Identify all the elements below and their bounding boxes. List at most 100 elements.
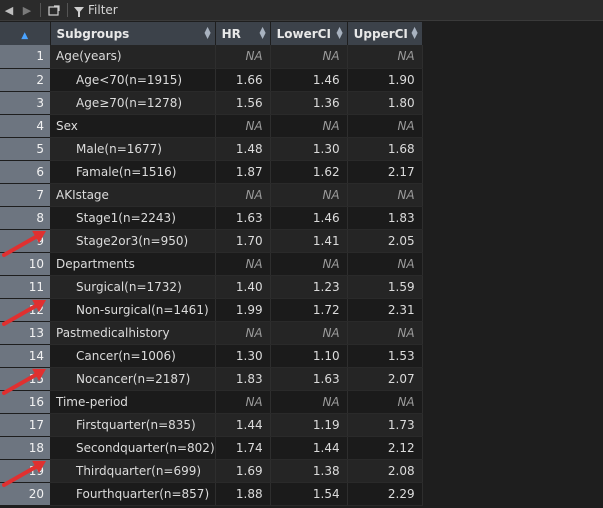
cell-lowerci: NA xyxy=(270,183,348,207)
table-row: 7 AKIstage NA NA NA xyxy=(0,183,423,207)
row-number: 7 xyxy=(0,183,50,207)
row-number: 17 xyxy=(0,413,50,437)
table-row: 8 Stage1(n=2243) 1.63 1.46 1.83 xyxy=(0,206,423,230)
cell-upperci: 1.59 xyxy=(347,275,423,299)
table-row: 5 Male(n=1677) 1.48 1.30 1.68 xyxy=(0,137,423,161)
table-row: 3 Age≥70(n=1278) 1.56 1.36 1.80 xyxy=(0,91,423,115)
row-number: 4 xyxy=(0,114,50,138)
header-row: ▲ Subgroups ▲ ▼ HR ▲ ▼ LowerCI ▲ ▼ UpperCI ▲ ▼ xyxy=(0,22,423,45)
cell-subgroup: Cancer(n=1006) xyxy=(50,344,216,368)
column-header-subgroups[interactable]: Subgroups ▲ ▼ xyxy=(50,22,216,45)
row-number: 20 xyxy=(0,482,50,506)
sort-icon: ▲ ▼ xyxy=(336,25,343,40)
row-number: 2 xyxy=(0,68,50,92)
column-header-hr[interactable]: HR ▲ ▼ xyxy=(215,22,271,45)
row-number: 14 xyxy=(0,344,50,368)
sort-icon: ▲ ▼ xyxy=(259,25,266,40)
row-number: 13 xyxy=(0,321,50,345)
cell-upperci: 1.53 xyxy=(347,344,423,368)
cell-hr: NA xyxy=(215,114,271,138)
cell-lowerci: 1.41 xyxy=(270,229,348,253)
row-number: 10 xyxy=(0,252,50,276)
cell-hr: 1.63 xyxy=(215,206,271,230)
cell-subgroup: Departments xyxy=(50,252,216,276)
table-row: 17 Firstquarter(n=835) 1.44 1.19 1.73 xyxy=(0,413,423,437)
cell-lowerci: 1.36 xyxy=(270,91,348,115)
cell-subgroup: Age(years) xyxy=(50,45,216,69)
cell-upperci: 2.05 xyxy=(347,229,423,253)
toolbar-divider xyxy=(67,3,68,17)
funnel-icon xyxy=(74,7,84,17)
cell-subgroup: Non-surgical(n=1461) xyxy=(50,298,216,322)
cell-upperci: 1.90 xyxy=(347,68,423,92)
viewer-toolbar: ◀ ▶ Filter xyxy=(0,0,603,21)
cell-hr: NA xyxy=(215,183,271,207)
cell-upperci: 1.73 xyxy=(347,413,423,437)
sort-icon: ▲ ▼ xyxy=(204,25,211,40)
toolbar-divider xyxy=(40,3,41,17)
cell-hr: 1.30 xyxy=(215,344,271,368)
cell-lowerci: 1.30 xyxy=(270,137,348,161)
cell-upperci: 2.07 xyxy=(347,367,423,391)
cell-upperci: 1.80 xyxy=(347,91,423,115)
column-header-upperci[interactable]: UpperCI ▲ ▼ xyxy=(347,22,423,45)
cell-subgroup: Nocancer(n=2187) xyxy=(50,367,216,391)
row-number: 18 xyxy=(0,436,50,460)
cell-lowerci: NA xyxy=(270,114,348,138)
cell-upperci: NA xyxy=(347,114,423,138)
cell-hr: 1.66 xyxy=(215,68,271,92)
row-number: 3 xyxy=(0,91,50,115)
cell-upperci: NA xyxy=(347,321,423,345)
row-number: 16 xyxy=(0,390,50,414)
cell-subgroup: Age<70(n=1915) xyxy=(50,68,216,92)
forward-arrow-icon[interactable]: ▶ xyxy=(18,0,36,21)
cell-subgroup: Stage1(n=2243) xyxy=(50,206,216,230)
cell-hr: 1.48 xyxy=(215,137,271,161)
cell-hr: 1.74 xyxy=(215,436,271,460)
cell-upperci: 2.29 xyxy=(347,482,423,506)
table-row: 20 Fourthquarter(n=857) 1.88 1.54 2.29 xyxy=(0,482,423,506)
table-row: 19 Thirdquarter(n=699) 1.69 1.38 2.08 xyxy=(0,459,423,483)
back-arrow-icon[interactable]: ◀ xyxy=(0,0,18,21)
cell-lowerci: NA xyxy=(270,45,348,69)
cell-hr: NA xyxy=(215,252,271,276)
grid-body: 1 Age(years) NA NA NA 2 Age<70(n=1915) 1.66 1.46… xyxy=(0,45,423,506)
cell-subgroup: Time-period xyxy=(50,390,216,414)
column-header-lowerci[interactable]: LowerCI ▲ ▼ xyxy=(270,22,348,45)
data-grid: ▲ Subgroups ▲ ▼ HR ▲ ▼ LowerCI ▲ ▼ UpperCI ▲ ▼ 1… xyxy=(0,22,423,506)
table-row: 1 Age(years) NA NA NA xyxy=(0,45,423,69)
cell-lowerci: 1.54 xyxy=(270,482,348,506)
table-row: 12 Non-surgical(n=1461) 1.99 1.72 2.31 xyxy=(0,298,423,322)
row-number: 6 xyxy=(0,160,50,184)
cell-upperci: 1.83 xyxy=(347,206,423,230)
cell-upperci: 2.17 xyxy=(347,160,423,184)
row-number: 8 xyxy=(0,206,50,230)
cell-subgroup: Surgical(n=1732) xyxy=(50,275,216,299)
cell-lowerci: 1.63 xyxy=(270,367,348,391)
show-in-window-icon[interactable] xyxy=(45,0,63,21)
cell-upperci: 2.08 xyxy=(347,459,423,483)
cell-subgroup: Thirdquarter(n=699) xyxy=(50,459,216,483)
row-number: 9 xyxy=(0,229,50,253)
cell-subgroup: Firstquarter(n=835) xyxy=(50,413,216,437)
cell-hr: 1.88 xyxy=(215,482,271,506)
table-row: 16 Time-period NA NA NA xyxy=(0,390,423,414)
cell-hr: 1.83 xyxy=(215,367,271,391)
cell-upperci: NA xyxy=(347,252,423,276)
row-index-header[interactable]: ▲ xyxy=(0,22,51,45)
cell-upperci: 2.12 xyxy=(347,436,423,460)
filter-button[interactable]: Filter xyxy=(74,3,118,17)
cell-lowerci: 1.10 xyxy=(270,344,348,368)
cell-subgroup: AKIstage xyxy=(50,183,216,207)
row-number: 19 xyxy=(0,459,50,483)
cell-upperci: NA xyxy=(347,390,423,414)
table-row: 2 Age<70(n=1915) 1.66 1.46 1.90 xyxy=(0,68,423,92)
row-number: 1 xyxy=(0,45,50,69)
cell-lowerci: NA xyxy=(270,390,348,414)
table-row: 15 Nocancer(n=2187) 1.83 1.63 2.07 xyxy=(0,367,423,391)
cell-hr: 1.44 xyxy=(215,413,271,437)
cell-upperci: 1.68 xyxy=(347,137,423,161)
table-row: 14 Cancer(n=1006) 1.30 1.10 1.53 xyxy=(0,344,423,368)
row-number: 12 xyxy=(0,298,50,322)
filter-label: Filter xyxy=(88,3,118,17)
